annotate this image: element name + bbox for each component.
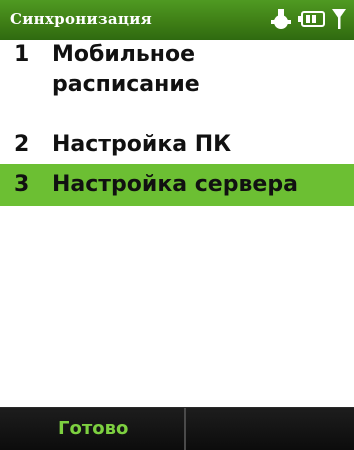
right-softkey-button[interactable]	[186, 408, 354, 450]
phone-screen: Синхронизация 1 Мобильное расписание 2 Н…	[0, 0, 354, 450]
left-softkey-button[interactable]: Готово	[0, 408, 186, 450]
menu-item-number: 1	[14, 42, 30, 67]
softkey-bar: Готово	[0, 407, 354, 450]
menu-item-mobile-schedule[interactable]: 1 Мобильное расписание	[0, 40, 354, 128]
menu-item-pc-settings[interactable]: 2 Настройка ПК	[0, 128, 354, 164]
menu-item-label: Настройка сервера	[52, 172, 298, 197]
sync-icon	[268, 6, 294, 32]
battery-icon	[298, 10, 326, 28]
status-icons	[268, 6, 348, 32]
menu-list: 1 Мобильное расписание 2 Настройка ПК 3 …	[0, 40, 354, 206]
menu-item-server-settings[interactable]: 3 Настройка сервера	[0, 164, 354, 206]
window-title: Синхронизация	[10, 10, 153, 28]
menu-item-label: Настройка ПК	[52, 132, 232, 157]
signal-icon	[330, 7, 348, 31]
menu-item-number: 3	[14, 172, 30, 197]
menu-item-label: Мобильное расписание	[52, 42, 200, 97]
menu-item-number: 2	[14, 132, 30, 157]
left-softkey-label: Готово	[58, 418, 129, 439]
title-bar: Синхронизация	[0, 0, 354, 40]
